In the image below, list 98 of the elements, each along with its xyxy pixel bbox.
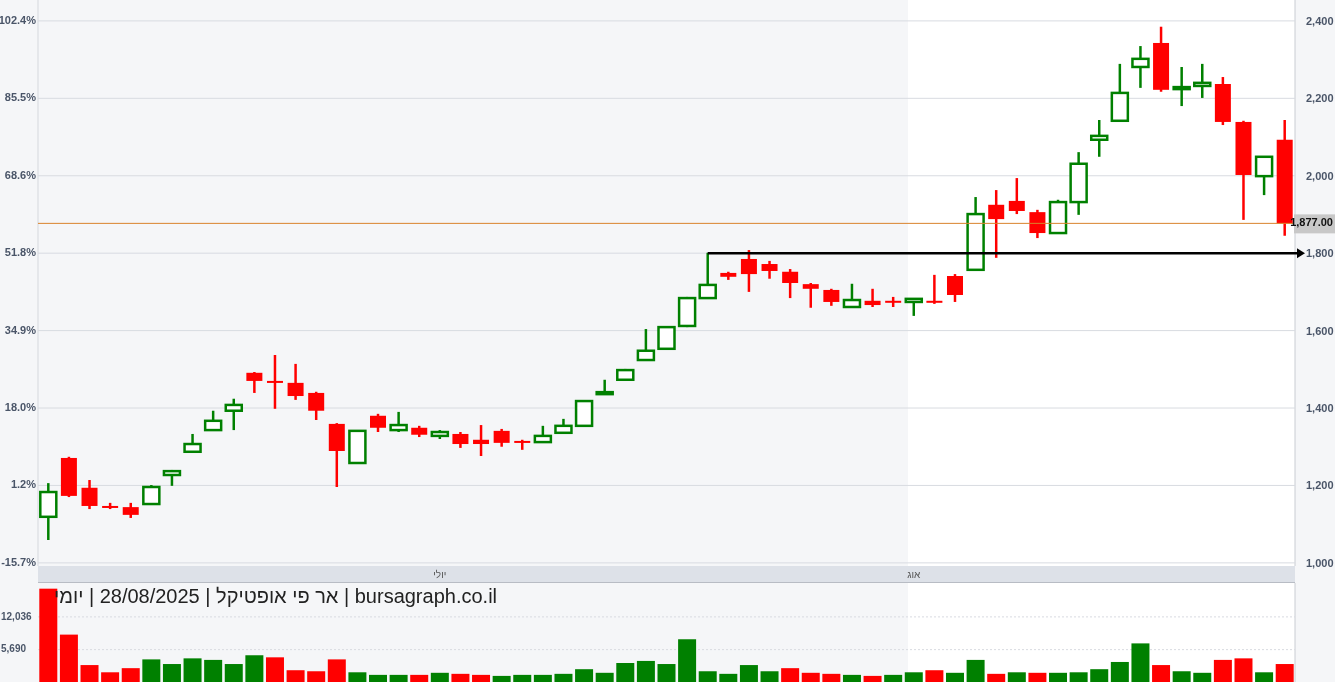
candlestick bbox=[823, 288, 840, 306]
axis-label: -15.7% bbox=[1, 555, 36, 568]
candlestick bbox=[287, 363, 304, 400]
axis-label: 18.0% bbox=[4, 400, 36, 413]
volume-bar bbox=[245, 655, 264, 682]
volume-bar bbox=[801, 672, 820, 682]
volume-bar bbox=[1007, 672, 1026, 682]
volume-bar bbox=[1069, 672, 1088, 682]
axis-label: 85.5% bbox=[4, 91, 36, 104]
candlestick bbox=[183, 433, 202, 453]
volume-bar bbox=[430, 672, 449, 682]
axis-label: 102.4% bbox=[0, 13, 36, 26]
volume-bar bbox=[348, 672, 367, 682]
volume-bar bbox=[904, 672, 923, 682]
axis-label: 2,200 bbox=[1306, 92, 1334, 105]
candlestick bbox=[162, 469, 182, 486]
candlestick bbox=[328, 423, 345, 487]
volume-bar bbox=[142, 659, 161, 682]
candlestick bbox=[802, 283, 819, 308]
volume-bar bbox=[1049, 672, 1067, 682]
candlestick bbox=[389, 411, 408, 432]
candlestick bbox=[1214, 77, 1231, 126]
volume-bar bbox=[575, 669, 594, 682]
candlestick bbox=[246, 372, 263, 393]
candlestick bbox=[81, 480, 98, 510]
volume-bar bbox=[760, 671, 779, 682]
axis-label: 1,000 bbox=[1306, 556, 1334, 569]
volume-bar bbox=[554, 673, 573, 682]
candlestick bbox=[122, 502, 139, 518]
ref-line-label: 1,877.00 bbox=[1290, 216, 1333, 229]
volume-bar bbox=[616, 663, 635, 682]
axis-label: 5,690 bbox=[1, 643, 27, 655]
candlestick bbox=[452, 432, 469, 448]
last-price-label: 1,877.00 bbox=[1290, 214, 1335, 234]
volume-bar bbox=[101, 672, 120, 682]
candlestick bbox=[740, 250, 757, 292]
axis-label: 68.6% bbox=[4, 168, 36, 181]
candlestick bbox=[947, 274, 963, 302]
volume-bar bbox=[925, 670, 944, 682]
candlestick bbox=[348, 429, 367, 465]
candlestick bbox=[636, 329, 656, 362]
candlestick bbox=[142, 485, 161, 506]
candlestick bbox=[616, 368, 635, 381]
axis-label: 2,400 bbox=[1306, 14, 1334, 27]
volume-bar bbox=[389, 674, 408, 682]
candlestick bbox=[493, 428, 510, 447]
candlestick bbox=[885, 296, 902, 307]
axis-label: 1,400 bbox=[1306, 402, 1334, 414]
month-label: יולי bbox=[433, 569, 447, 581]
axis-label: 1.2% bbox=[10, 478, 36, 491]
axis-label: 1,200 bbox=[1306, 479, 1334, 492]
volume-bar bbox=[595, 672, 614, 682]
candlestick bbox=[1153, 26, 1170, 92]
candlestick bbox=[533, 425, 553, 444]
candlestick bbox=[657, 325, 676, 351]
volume-bar bbox=[1131, 643, 1150, 682]
candlestick bbox=[430, 430, 450, 439]
candlestick bbox=[1193, 63, 1212, 98]
candlestick bbox=[864, 288, 881, 307]
axis-label: 2,000 bbox=[1306, 169, 1334, 182]
candlestick bbox=[39, 483, 58, 541]
axis-label: 34.9% bbox=[4, 323, 36, 336]
candlestick bbox=[1131, 46, 1150, 88]
axis-label: 1,600 bbox=[1306, 324, 1334, 337]
volume-bar bbox=[451, 673, 470, 682]
candlestick bbox=[595, 379, 614, 396]
volume-bar bbox=[863, 675, 882, 682]
candlestick bbox=[1029, 209, 1046, 239]
candlestick bbox=[267, 355, 283, 409]
candlestick bbox=[761, 260, 778, 279]
candlestick bbox=[904, 297, 924, 316]
candlestick bbox=[1008, 178, 1025, 215]
volume-bar bbox=[1234, 658, 1253, 682]
month-label: אוג bbox=[907, 569, 921, 581]
candlestick bbox=[720, 271, 737, 280]
axis-label: 51.8% bbox=[4, 246, 36, 259]
candlestick bbox=[473, 425, 490, 457]
candlestick bbox=[102, 502, 119, 510]
volume-bar bbox=[822, 673, 841, 682]
candlestick bbox=[308, 391, 325, 420]
volume-bar bbox=[369, 674, 387, 682]
volume-bar bbox=[781, 668, 800, 682]
candlestick bbox=[782, 269, 799, 299]
volume-bar bbox=[987, 673, 1006, 682]
candlestick bbox=[926, 274, 943, 304]
volume-bar bbox=[1028, 672, 1047, 682]
candlestick bbox=[370, 413, 386, 432]
axis-label: 1,800 bbox=[1306, 247, 1334, 260]
volume-bar bbox=[204, 659, 223, 682]
axis-label: 12,036 bbox=[1, 610, 32, 622]
candlestick bbox=[1254, 155, 1274, 196]
candlestick bbox=[842, 283, 862, 309]
candlestick bbox=[411, 425, 428, 438]
candlestick bbox=[1172, 66, 1191, 107]
candlestick bbox=[988, 190, 1005, 258]
volume-bar bbox=[966, 659, 985, 682]
volume-bar bbox=[946, 672, 964, 682]
candlestick bbox=[514, 439, 531, 450]
